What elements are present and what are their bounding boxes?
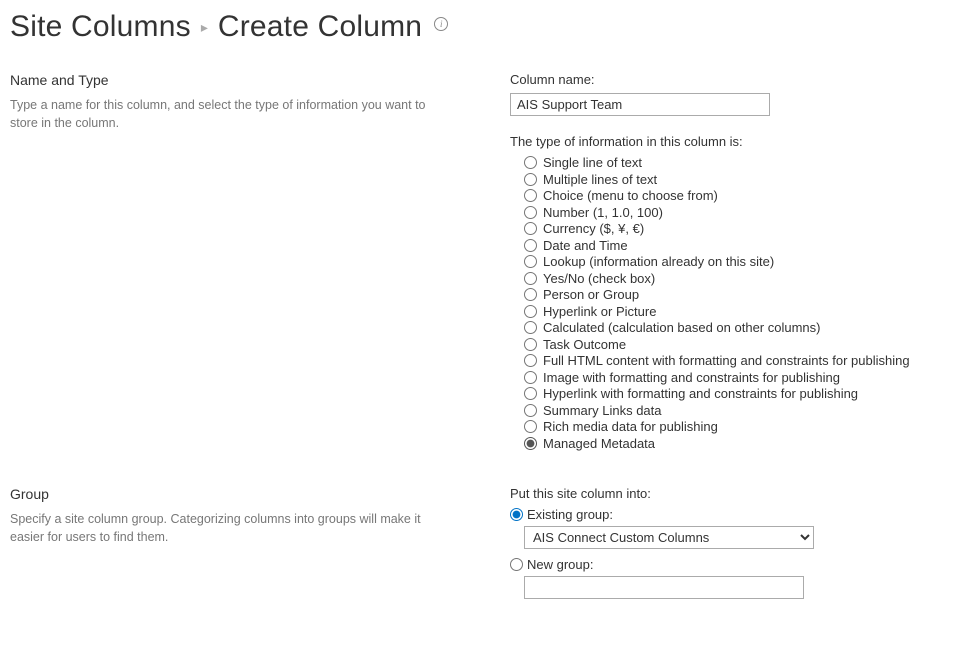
existing-group-radio[interactable] [510, 508, 523, 521]
type-option-label: Multiple lines of text [543, 172, 657, 187]
type-option-label: Lookup (information already on this site… [543, 254, 774, 269]
type-option-label: Summary Links data [543, 403, 662, 418]
chevron-right-icon: ▸ [201, 19, 208, 36]
type-option-row[interactable]: Yes/No (check box) [524, 271, 961, 286]
type-option-row[interactable]: Managed Metadata [524, 436, 961, 451]
type-option-row[interactable]: Multiple lines of text [524, 172, 961, 187]
type-option-row[interactable]: Choice (menu to choose from) [524, 188, 961, 203]
type-option-label: Task Outcome [543, 337, 626, 352]
section-name-type-right: Column name: The type of information in … [510, 72, 961, 452]
column-name-label: Column name: [510, 72, 961, 87]
existing-group-select[interactable]: AIS Connect Custom Columns [524, 526, 814, 549]
section-name-type: Name and Type Type a name for this colum… [10, 72, 961, 452]
type-option-label: Rich media data for publishing [543, 419, 718, 434]
section-group-right: Put this site column into: Existing grou… [510, 486, 961, 607]
type-option-radio[interactable] [524, 222, 537, 235]
type-option-label: Hyperlink or Picture [543, 304, 656, 319]
type-option-label: Hyperlink with formatting and constraint… [543, 386, 858, 401]
new-group-radio[interactable] [510, 558, 523, 571]
type-option-radio[interactable] [524, 437, 537, 450]
type-option-radio[interactable] [524, 371, 537, 384]
type-option-label: Choice (menu to choose from) [543, 188, 718, 203]
type-option-label: Currency ($, ¥, €) [543, 221, 644, 236]
type-option-label: Image with formatting and constraints fo… [543, 370, 840, 385]
type-option-label: Person or Group [543, 287, 639, 302]
type-option-label: Calculated (calculation based on other c… [543, 320, 821, 335]
type-radio-list: Single line of text Multiple lines of tex… [510, 155, 961, 451]
type-option-label: Number (1, 1.0, 100) [543, 205, 663, 220]
existing-group-label: Existing group: [527, 507, 613, 522]
type-option-row[interactable]: Full HTML content with formatting and co… [524, 353, 961, 368]
type-option-radio[interactable] [524, 420, 537, 433]
section-group-left: Group Specify a site column group. Categ… [10, 486, 510, 607]
type-info-label: The type of information in this column i… [510, 134, 961, 149]
type-option-radio[interactable] [524, 321, 537, 334]
page-title: Create Column [218, 10, 422, 44]
new-group-input[interactable] [524, 576, 804, 599]
type-option-radio[interactable] [524, 404, 537, 417]
info-icon[interactable]: i [434, 17, 448, 31]
new-group-block: New group: [510, 557, 961, 599]
type-option-row[interactable]: Lookup (information already on this site… [524, 254, 961, 269]
type-option-row[interactable]: Hyperlink or Picture [524, 304, 961, 319]
new-group-label: New group: [527, 557, 593, 572]
breadcrumb: Site Columns ▸ Create Column i [10, 10, 961, 44]
existing-group-block: Existing group: AIS Connect Custom Colum… [510, 507, 961, 549]
type-option-label: Yes/No (check box) [543, 271, 655, 286]
type-option-radio[interactable] [524, 354, 537, 367]
type-option-radio[interactable] [524, 255, 537, 268]
section-description: Type a name for this column, and select … [10, 96, 450, 132]
type-option-row[interactable]: Hyperlink with formatting and constraint… [524, 386, 961, 401]
existing-group-radio-row[interactable]: Existing group: [510, 507, 961, 522]
new-group-radio-row[interactable]: New group: [510, 557, 961, 572]
section-heading: Group [10, 486, 450, 502]
type-option-radio[interactable] [524, 239, 537, 252]
type-option-radio[interactable] [524, 338, 537, 351]
group-field-label: Put this site column into: [510, 486, 961, 501]
type-option-row[interactable]: Rich media data for publishing [524, 419, 961, 434]
type-option-label: Single line of text [543, 155, 642, 170]
type-option-label: Full HTML content with formatting and co… [543, 353, 910, 368]
section-description: Specify a site column group. Categorizin… [10, 510, 450, 546]
type-option-radio[interactable] [524, 288, 537, 301]
type-option-row[interactable]: Calculated (calculation based on other c… [524, 320, 961, 335]
type-option-radio[interactable] [524, 156, 537, 169]
type-option-row[interactable]: Currency ($, ¥, €) [524, 221, 961, 236]
type-option-row[interactable]: Single line of text [524, 155, 961, 170]
type-option-row[interactable]: Date and Time [524, 238, 961, 253]
type-option-radio[interactable] [524, 206, 537, 219]
type-option-radio[interactable] [524, 387, 537, 400]
type-option-radio[interactable] [524, 305, 537, 318]
type-option-row[interactable]: Image with formatting and constraints fo… [524, 370, 961, 385]
type-option-row[interactable]: Number (1, 1.0, 100) [524, 205, 961, 220]
section-name-type-left: Name and Type Type a name for this colum… [10, 72, 510, 452]
section-group: Group Specify a site column group. Categ… [10, 486, 961, 607]
type-option-radio[interactable] [524, 189, 537, 202]
breadcrumb-parent-link[interactable]: Site Columns [10, 10, 191, 44]
type-option-radio[interactable] [524, 272, 537, 285]
type-option-row[interactable]: Summary Links data [524, 403, 961, 418]
type-option-label: Date and Time [543, 238, 628, 253]
section-heading: Name and Type [10, 72, 450, 88]
type-option-radio[interactable] [524, 173, 537, 186]
column-name-input[interactable] [510, 93, 770, 116]
type-option-row[interactable]: Task Outcome [524, 337, 961, 352]
type-option-row[interactable]: Person or Group [524, 287, 961, 302]
type-option-label: Managed Metadata [543, 436, 655, 451]
